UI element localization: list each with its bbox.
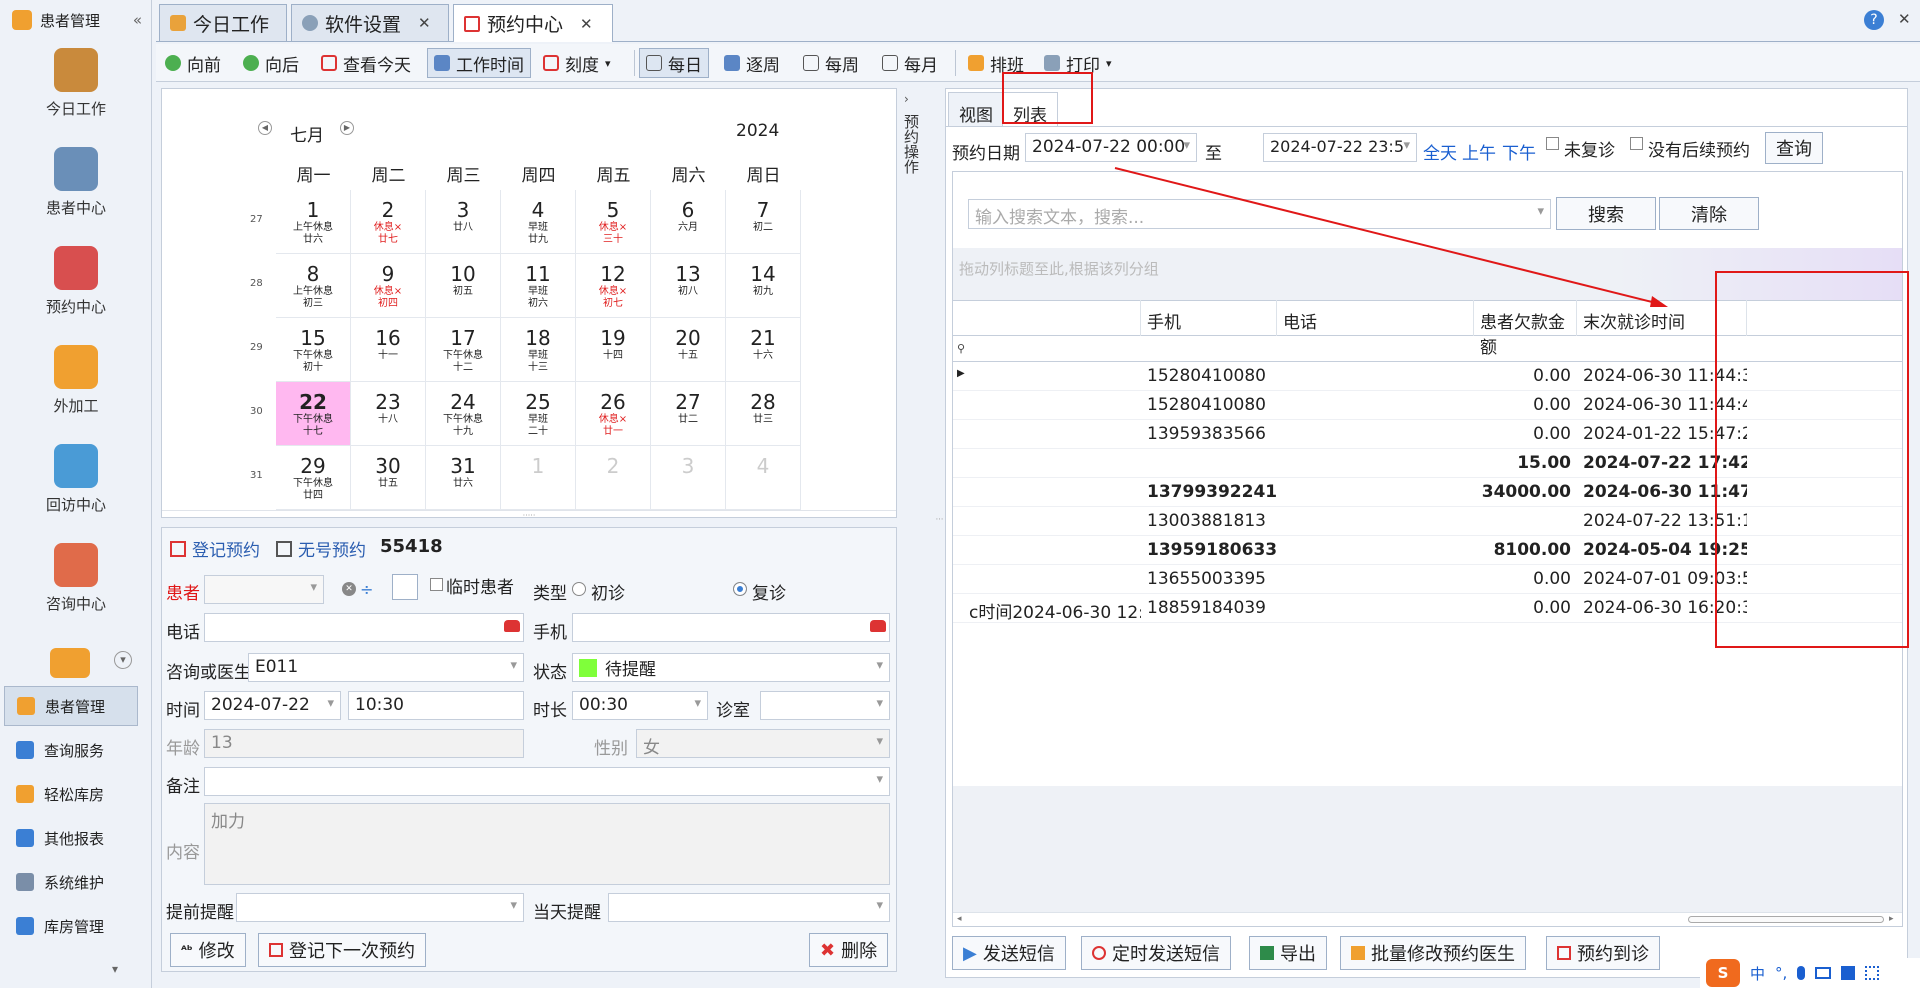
grid-menu-icon[interactable]: [1865, 966, 1880, 980]
skin-icon[interactable]: [1841, 966, 1856, 980]
microphone-icon[interactable]: [1797, 966, 1806, 980]
ime-logo-icon[interactable]: S: [1706, 959, 1740, 987]
annotation-arrow: [1114, 167, 1668, 307]
system-tray: S 中 °,: [1700, 958, 1920, 988]
punctuation-icon[interactable]: °,: [1775, 964, 1787, 982]
ime-language[interactable]: 中: [1750, 963, 1765, 984]
keyboard-icon[interactable]: [1815, 967, 1832, 979]
